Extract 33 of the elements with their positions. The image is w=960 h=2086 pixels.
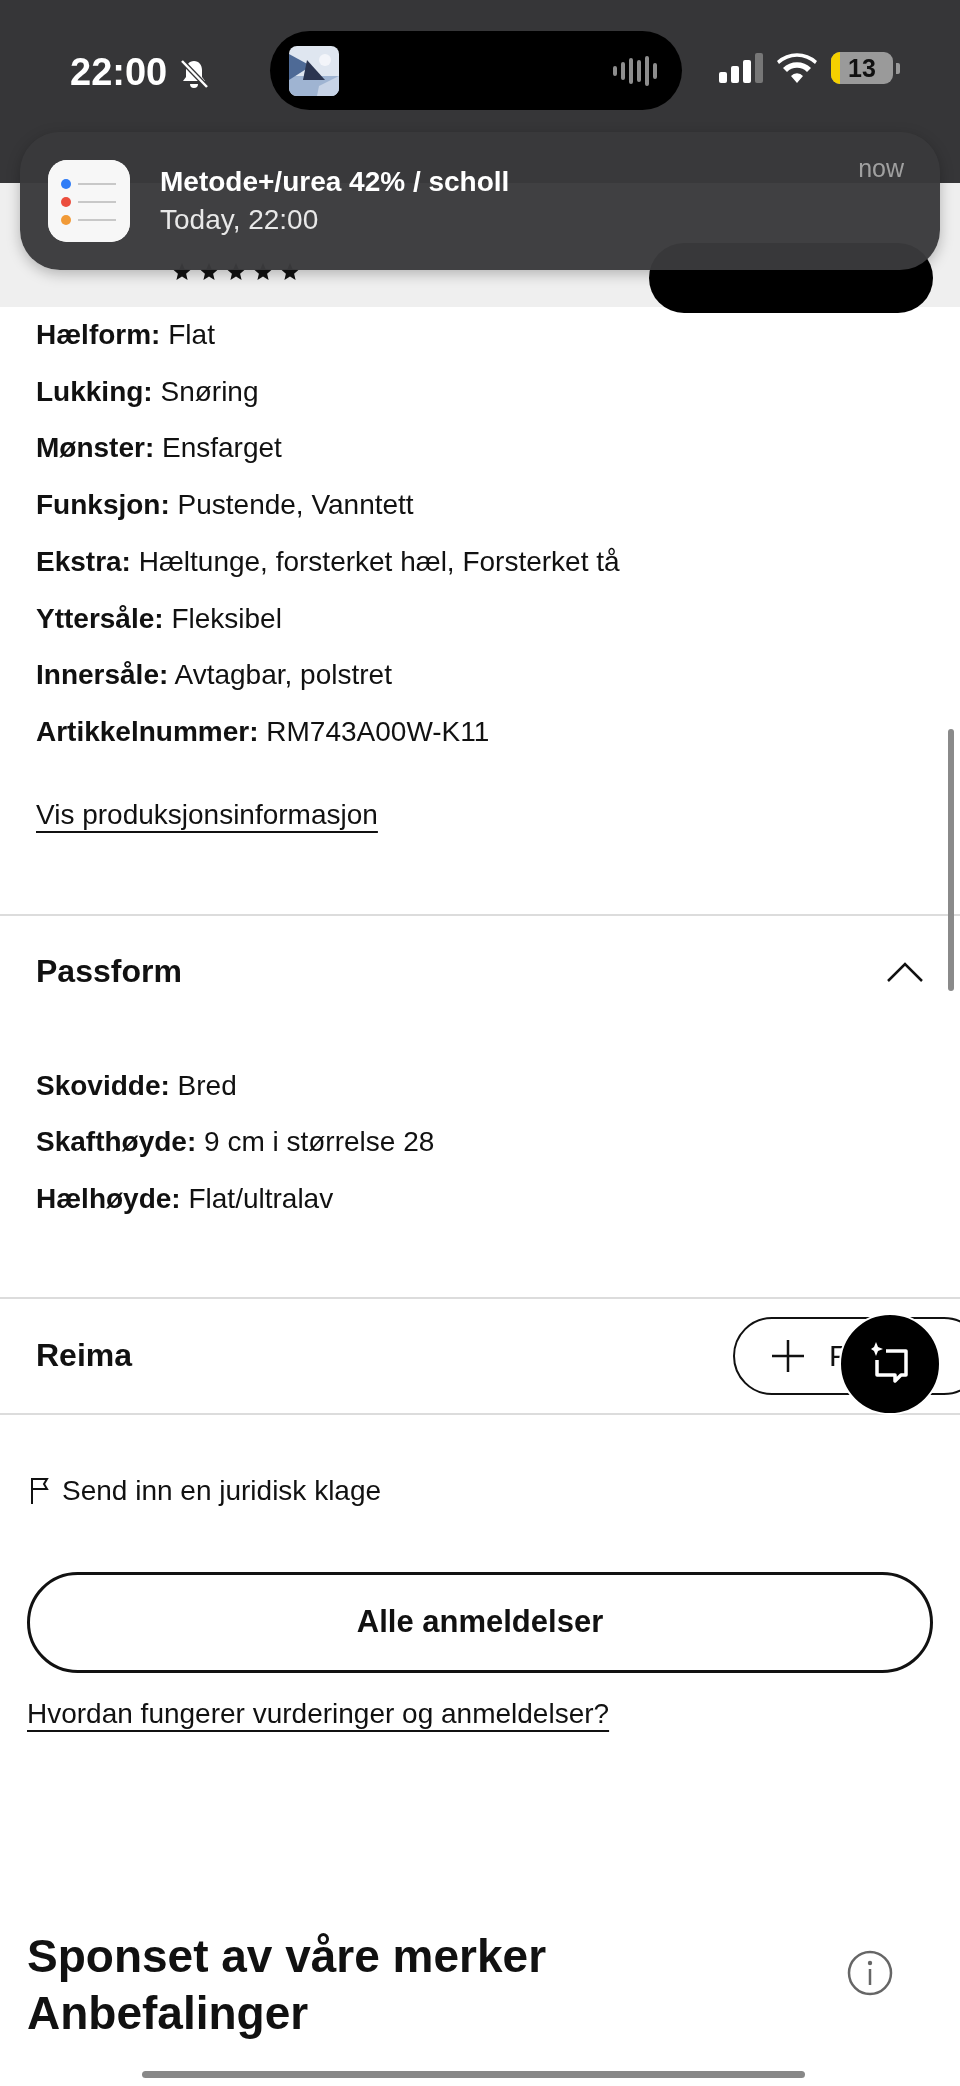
brand-name: Reima <box>36 1337 133 1375</box>
section-title: Passform <box>36 953 182 991</box>
reminders-app-icon <box>48 160 130 242</box>
battery-icon: 13 <box>831 52 893 84</box>
spec-line: Ekstra: Hæltunge, forsterket hæl, Forsterket tå <box>36 544 621 579</box>
signal-icon <box>719 53 763 83</box>
report-link[interactable]: Send inn en juridisk klage <box>62 1470 382 1511</box>
spec-line: Innersåle: Avtagbar, polstret <box>36 658 393 693</box>
spec-line: Funksjon: Pustende, Vanntett <box>36 488 415 523</box>
spec-line: Artikkelnummer: RM743A00W-K11 <box>36 714 491 749</box>
notification-banner[interactable]: Metode+/urea 42% / scholl Today, 22:00 now <box>20 132 940 270</box>
production-info-link[interactable]: Vis produksjonsinformasjon <box>36 794 378 835</box>
notification-time: now <box>858 154 904 183</box>
spec-line: Hælform: Flat <box>36 318 216 352</box>
notification-title: Metode+/urea 42% / scholl <box>160 166 511 198</box>
section-heading: Sponset av våre merker <box>27 1928 547 1984</box>
spec-line: Hælhøyde: Flat/ultralav <box>36 1182 335 1217</box>
reviews-help-link[interactable]: Hvordan fungerer vurderinger og anmeldelser? <box>27 1693 610 1734</box>
wifi-icon <box>777 53 817 83</box>
notification-subtitle: Today, 22:00 <box>160 204 320 236</box>
flag-icon <box>30 1476 50 1505</box>
plus-icon <box>771 1338 805 1373</box>
info-icon[interactable] <box>847 1949 893 1996</box>
all-reviews-button[interactable]: Alle anmeldelser <box>27 1571 933 1673</box>
waveform-icon <box>612 53 660 88</box>
section-subheading: Anbefalinger <box>27 1985 310 2041</box>
spec-line: Skovidde: Bred <box>36 1068 238 1103</box>
spec-line: Mønster: Ensfarget <box>36 431 283 466</box>
spec-line: Lukking: Snøring <box>36 374 260 409</box>
spec-line: Skafthøyde: 9 cm i størrelse 28 <box>36 1125 436 1160</box>
chevron-up-icon[interactable] <box>886 960 924 983</box>
status-time: 22:00 <box>70 51 168 94</box>
spec-line: Yttersåle: Fleksibel <box>36 601 283 636</box>
